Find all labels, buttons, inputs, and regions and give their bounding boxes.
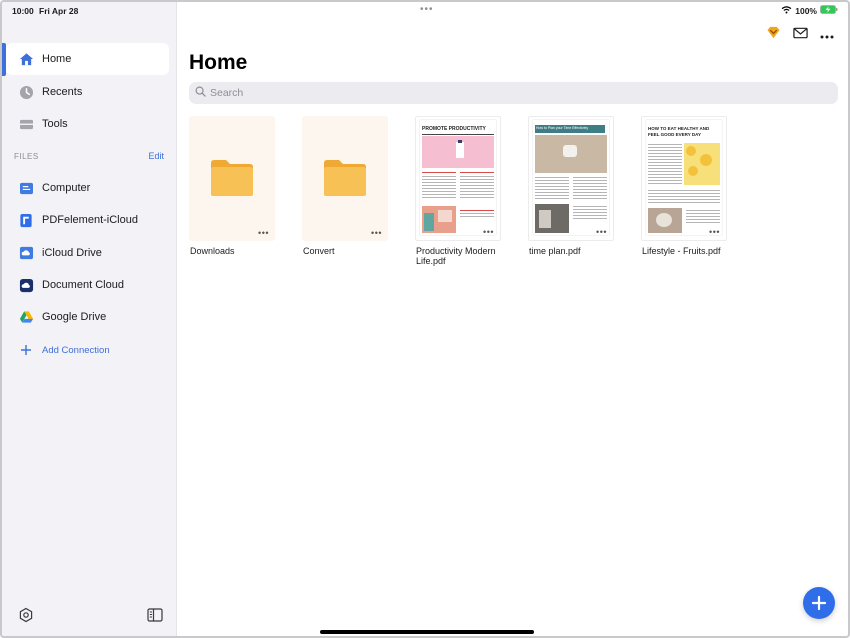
- more-options-button[interactable]: •••: [258, 229, 269, 238]
- add-connection-button[interactable]: Add Connection: [6, 334, 169, 366]
- file-name: Lifestyle - Fruits.pdf: [642, 246, 721, 256]
- sidebar-item-home[interactable]: Home: [6, 43, 169, 75]
- icloud-drive-icon: [18, 245, 34, 261]
- sidebar-item-label: PDFelement-iCloud: [42, 214, 138, 226]
- search-placeholder: Search: [210, 87, 244, 99]
- file-thumbnail: HOW TO EAT HEALTHY AND FEEL GOOD EVERY D…: [641, 116, 727, 241]
- more-options-icon[interactable]: [820, 26, 834, 44]
- add-connection-label: Add Connection: [42, 344, 110, 356]
- file-thumbnail: •••: [302, 116, 388, 241]
- home-indicator[interactable]: [320, 630, 534, 634]
- search-icon: [195, 86, 210, 100]
- file-item-productivity-pdf[interactable]: PROMOTE PRODUCTIVITY ••• Productivity Mo…: [415, 116, 501, 266]
- plus-icon: [18, 342, 34, 358]
- sidebar-item-label: Document Cloud: [42, 279, 124, 291]
- more-options-button[interactable]: •••: [483, 228, 494, 237]
- sidebar: Home Recents Tools FILES Edit Computer P…: [2, 2, 177, 636]
- sidebar-item-label: iCloud Drive: [42, 247, 102, 259]
- search-input[interactable]: Search: [189, 82, 838, 104]
- status-date: Fri Apr 28: [39, 6, 79, 16]
- plus-icon: [811, 595, 827, 611]
- file-thumbnail: •••: [189, 116, 275, 241]
- file-name: Productivity Modern Life.pdf: [416, 246, 496, 266]
- folder-icon: [324, 160, 366, 196]
- sidebar-item-tools[interactable]: Tools: [6, 108, 169, 140]
- files-section-label: FILES: [14, 152, 39, 161]
- file-name: Downloads: [190, 246, 235, 256]
- premium-icon[interactable]: [766, 26, 781, 44]
- sidebar-item-pdfelement-icloud[interactable]: PDFelement-iCloud: [6, 204, 169, 236]
- edit-button[interactable]: Edit: [148, 151, 164, 161]
- sidebar-item-google-drive[interactable]: Google Drive: [6, 301, 169, 333]
- page-title: Home: [189, 51, 248, 74]
- wifi-icon: [781, 5, 792, 16]
- battery-percent: 100%: [795, 5, 817, 16]
- sidebar-item-label: Computer: [42, 182, 91, 194]
- sidebar-item-label: Recents: [42, 86, 83, 98]
- pdf-page-preview: HOW TO EAT HEALTHY AND FEEL GOOD EVERY D…: [646, 120, 722, 235]
- top-actions: [766, 26, 834, 44]
- file-item-convert[interactable]: ••• Convert: [302, 116, 388, 256]
- more-options-button[interactable]: •••: [596, 228, 607, 237]
- pdf-page-preview: PROMOTE PRODUCTIVITY: [420, 120, 496, 235]
- app-window: Home Recents Tools FILES Edit Computer P…: [0, 0, 850, 638]
- settings-icon[interactable]: [18, 607, 34, 623]
- tools-icon: [18, 116, 34, 132]
- sidebar-toggle-icon[interactable]: [147, 608, 163, 624]
- file-name: time plan.pdf: [529, 246, 581, 256]
- create-button[interactable]: [803, 587, 835, 619]
- pdf-thumb-title: HOW TO EAT HEALTHY AND FEEL GOOD EVERY D…: [648, 126, 710, 137]
- more-options-button[interactable]: •••: [709, 228, 720, 237]
- sidebar-item-label: Tools: [42, 118, 68, 130]
- home-icon: [18, 51, 34, 67]
- folder-icon: [211, 160, 253, 196]
- sidebar-item-document-cloud[interactable]: Document Cloud: [6, 269, 169, 301]
- file-thumbnail: How to Plan your Time Effectively •••: [528, 116, 614, 241]
- sidebar-item-icloud-drive[interactable]: iCloud Drive: [6, 237, 169, 269]
- document-cloud-icon: [18, 277, 34, 293]
- status-indicators: 100%: [781, 5, 838, 16]
- file-name: Convert: [303, 246, 335, 256]
- pdfelement-icon: [18, 212, 34, 228]
- file-item-lifestyle-pdf[interactable]: HOW TO EAT HEALTHY AND FEEL GOOD EVERY D…: [641, 116, 727, 256]
- google-drive-icon: [18, 309, 34, 325]
- battery-charging-icon: [820, 5, 838, 16]
- computer-icon: [18, 180, 34, 196]
- file-thumbnail: PROMOTE PRODUCTIVITY •••: [415, 116, 501, 241]
- pdf-page-preview: How to Plan your Time Effectively: [533, 120, 609, 235]
- status-time: 10:00: [12, 6, 34, 16]
- multitasking-handle[interactable]: •••: [420, 4, 434, 15]
- file-item-time-plan-pdf[interactable]: How to Plan your Time Effectively ••• ti…: [528, 116, 614, 256]
- sidebar-item-recents[interactable]: Recents: [6, 76, 169, 108]
- pdf-thumb-title: PROMOTE PRODUCTIVITY: [422, 126, 486, 132]
- pdf-thumb-title: How to Plan your Time Effectively: [536, 126, 589, 130]
- file-item-downloads[interactable]: ••• Downloads: [189, 116, 275, 256]
- sidebar-item-computer[interactable]: Computer: [6, 172, 169, 204]
- mail-icon[interactable]: [793, 26, 808, 44]
- clock-icon: [18, 84, 34, 100]
- sidebar-item-label: Google Drive: [42, 311, 107, 323]
- more-options-button[interactable]: •••: [371, 229, 382, 238]
- sidebar-item-label: Home: [42, 53, 72, 65]
